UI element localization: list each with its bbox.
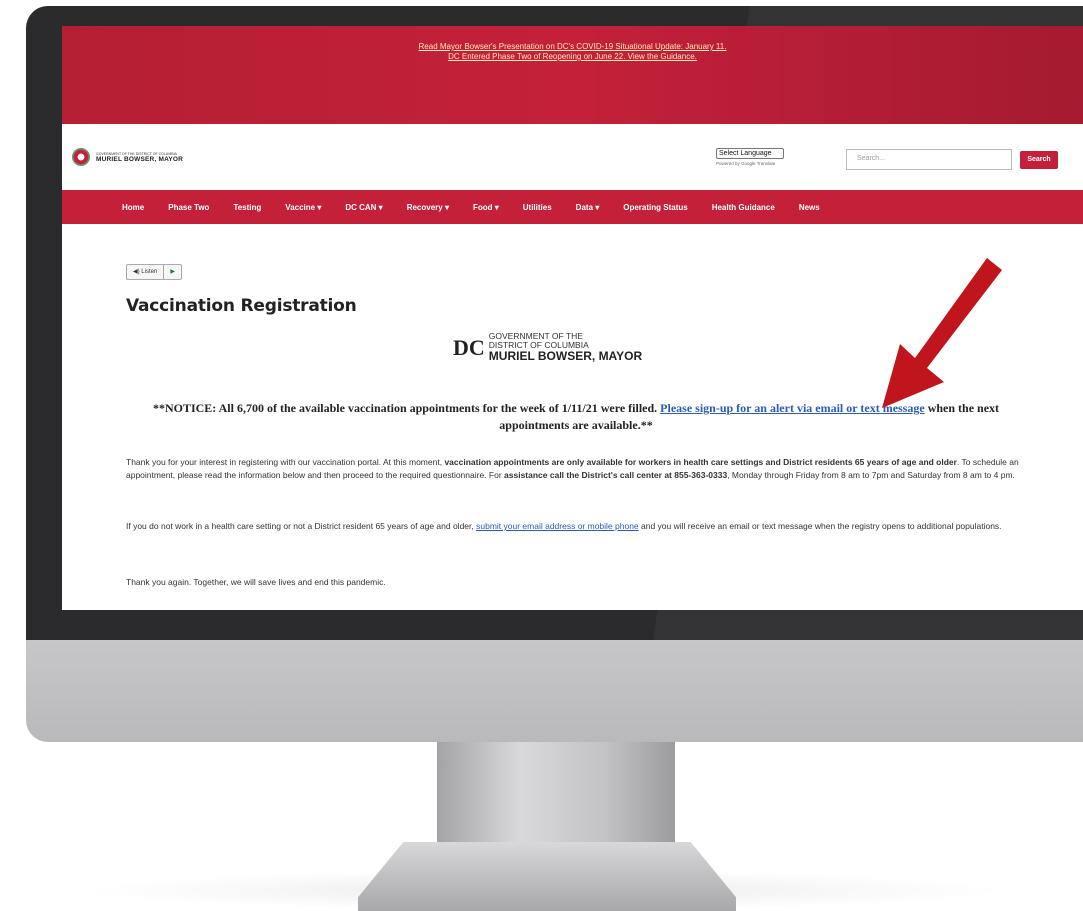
brand-main-text: MURIEL BOWSER, MAYOR <box>96 155 184 163</box>
dc-seal-icon <box>72 148 90 166</box>
language-select[interactable]: Select Language <box>716 148 784 159</box>
monitor-stand-base <box>358 842 736 911</box>
nav-item-news[interactable]: News <box>799 203 820 212</box>
eligibility-text-b: and you will receive an email or text me… <box>638 521 1002 531</box>
language-widget: Select Language Powered by Google Transl… <box>716 148 784 166</box>
speaker-icon: ◀) <box>133 269 140 275</box>
brand-logo[interactable]: GOVERNMENT OF THE DISTRICT OF COLUMBIA M… <box>72 148 183 166</box>
monitor-stand-neck <box>437 742 675 842</box>
eligibility-paragraph: If you do not work in a health care sett… <box>126 520 1026 533</box>
nav-item-testing[interactable]: Testing <box>233 203 261 212</box>
search-button[interactable]: Search <box>1020 151 1058 169</box>
banner-link-phase-two[interactable]: DC Entered Phase Two of Reopening on Jun… <box>62 52 1083 62</box>
red-arrow-shape <box>882 258 1002 408</box>
page-title: Vaccination Registration <box>126 296 357 316</box>
closing-paragraph: Thank you again. Together, we will save … <box>126 577 386 587</box>
gov-logo-mayor: MURIEL BOWSER, MAYOR <box>488 349 643 363</box>
banner-link-presentation[interactable]: Read Mayor Bowser's Presentation on DC's… <box>62 42 1083 52</box>
main-nav: Home Phase Two Testing Vaccine ▾ DC CAN … <box>62 190 1083 224</box>
nav-item-phase-two[interactable]: Phase Two <box>168 203 209 212</box>
gov-logo-text: GOVERNMENT OF THE DISTRICT OF COLUMBIA M… <box>489 332 642 363</box>
red-arrow-icon <box>882 258 1002 408</box>
alert-banner: Read Mayor Bowser's Presentation on DC's… <box>62 26 1083 124</box>
listen-label: Listen <box>141 269 158 275</box>
site-header: GOVERNMENT OF THE DISTRICT OF COLUMBIA M… <box>62 124 1083 190</box>
intro-text-a: Thank you for your interest in registeri… <box>126 457 445 467</box>
nav-item-health-guidance[interactable]: Health Guidance <box>712 203 775 212</box>
listen-widget[interactable]: ◀) Listen ▶ <box>126 264 182 280</box>
nav-item-operating-status[interactable]: Operating Status <box>623 203 687 212</box>
eligibility-text-a: If you do not work in a health care sett… <box>126 521 477 531</box>
submit-contact-link[interactable]: submit your email address or mobile phon… <box>476 521 639 531</box>
nav-item-dc-can[interactable]: DC CAN ▾ <box>345 203 382 212</box>
dc-mark: DC <box>453 334 485 360</box>
powered-by-text: Powered by Google Translate <box>716 161 776 166</box>
monitor-chin <box>26 640 1083 742</box>
nav-item-home[interactable]: Home <box>122 203 144 212</box>
intro-text-e: , Monday through Friday from 8 am to 7pm… <box>727 470 1015 480</box>
brand-text: GOVERNMENT OF THE DISTRICT OF COLUMBIA M… <box>96 152 183 163</box>
search-input[interactable]: Search... <box>846 149 1012 170</box>
screen: Read Mayor Bowser's Presentation on DC's… <box>62 26 1083 610</box>
intro-text-d: assistance call the District's call cent… <box>504 470 728 480</box>
nav-item-data[interactable]: Data ▾ <box>576 203 600 212</box>
nav-item-recovery[interactable]: Recovery ▾ <box>407 203 449 212</box>
intro-text-b: vaccination appointments are only availa… <box>444 457 957 467</box>
notice-text-part1: **NOTICE: All 6,700 of the available vac… <box>152 401 661 415</box>
gov-logo: DC GOVERNMENT OF THE DISTRICT OF COLUMBI… <box>453 332 642 363</box>
nav-item-food[interactable]: Food ▾ <box>473 203 499 212</box>
listen-button[interactable]: ◀) Listen <box>127 265 165 279</box>
nav-item-vaccine[interactable]: Vaccine ▾ <box>285 203 321 212</box>
nav-item-utilities[interactable]: Utilities <box>523 203 552 212</box>
intro-paragraph: Thank you for your interest in registeri… <box>126 456 1026 482</box>
play-icon[interactable]: ▶ <box>164 265 181 279</box>
